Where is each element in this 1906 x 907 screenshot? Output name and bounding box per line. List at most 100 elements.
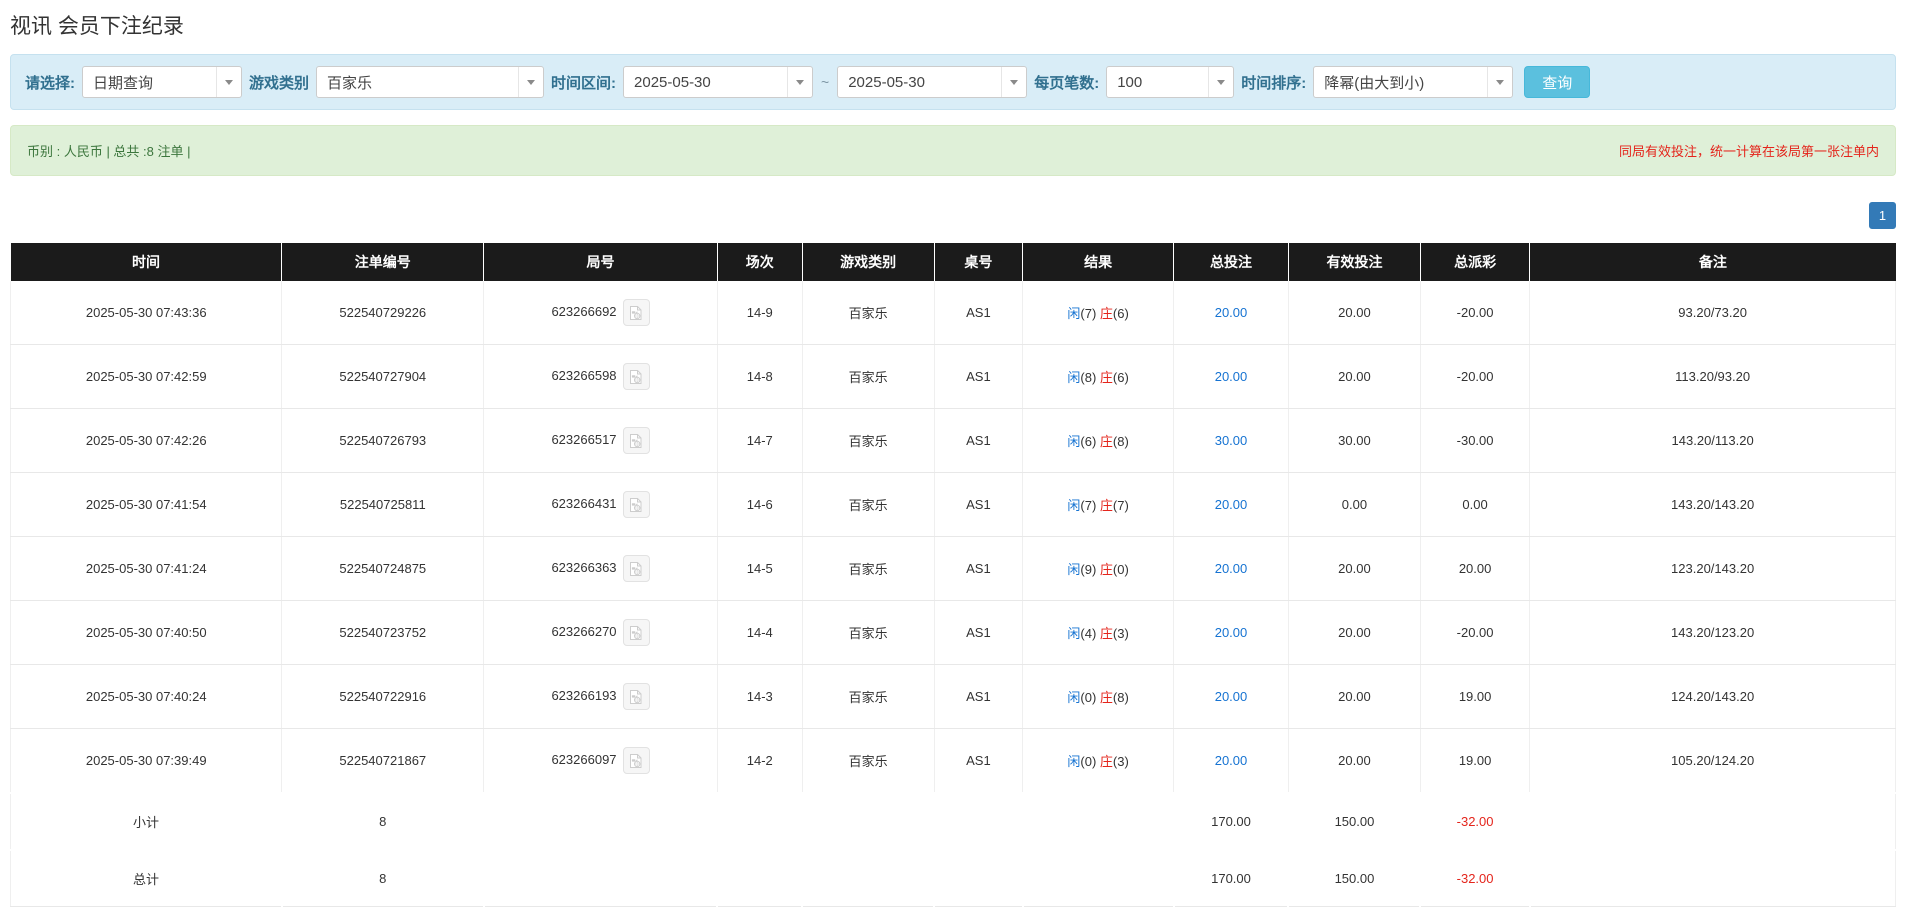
result-player: 闲 bbox=[1067, 370, 1080, 385]
cell-table-no: AS1 bbox=[934, 281, 1023, 345]
col-game-type: 游戏类别 bbox=[802, 243, 934, 281]
cell-table-no: AS1 bbox=[934, 665, 1023, 729]
cell-round-no: 623266598 bbox=[484, 345, 718, 409]
cell-result: 闲(0) 庄(8) bbox=[1023, 665, 1174, 729]
cell-result: 闲(7) 庄(6) bbox=[1023, 281, 1174, 345]
date-to-select[interactable]: 2025-05-30 bbox=[837, 66, 1027, 98]
table-row: 2025-05-30 07:41:24 522540724875 6232663… bbox=[11, 537, 1896, 601]
cell-game-type: 百家乐 bbox=[802, 345, 934, 409]
col-result: 结果 bbox=[1023, 243, 1174, 281]
cell-session: 14-8 bbox=[717, 345, 802, 409]
cell-empty bbox=[802, 850, 934, 907]
cell-result: 闲(7) 庄(7) bbox=[1023, 473, 1174, 537]
result-banker-count: (7) bbox=[1113, 498, 1129, 513]
page-size-select[interactable]: 100 bbox=[1106, 66, 1234, 98]
chevron-down-icon bbox=[1001, 67, 1026, 97]
game-type-select[interactable]: 百家乐 bbox=[316, 66, 544, 98]
time-sort-select[interactable]: 降幂(由大到小) bbox=[1313, 66, 1513, 98]
cell-empty bbox=[1530, 793, 1896, 850]
cell-game-type: 百家乐 bbox=[802, 537, 934, 601]
cell-table-no: AS1 bbox=[934, 409, 1023, 473]
cell-payout: -20.00 bbox=[1420, 281, 1529, 345]
summary-bar: 币别 : 人民币 | 总共 :8 注单 | 同局有效投注，统一计算在该局第一张注… bbox=[10, 125, 1896, 176]
cell-bet-no: 522540723752 bbox=[282, 601, 484, 665]
total-bet-link[interactable]: 20.00 bbox=[1215, 689, 1248, 704]
round-no-text: 623266517 bbox=[551, 432, 616, 447]
cell-bet-no: 522540725811 bbox=[282, 473, 484, 537]
video-replay-button[interactable] bbox=[623, 619, 650, 646]
date-to-value: 2025-05-30 bbox=[848, 74, 995, 91]
date-from-select[interactable]: 2025-05-30 bbox=[623, 66, 813, 98]
pagination-page-1[interactable]: 1 bbox=[1869, 202, 1896, 229]
cell-bet-no: 522540729226 bbox=[282, 281, 484, 345]
cell-total-bet: 30.00 bbox=[1174, 409, 1289, 473]
grand-total-label: 总计 bbox=[11, 850, 282, 907]
video-replay-button[interactable] bbox=[623, 747, 650, 774]
result-banker-count: (3) bbox=[1113, 754, 1129, 769]
col-total-bet: 总投注 bbox=[1174, 243, 1289, 281]
query-mode-label: 请选择: bbox=[25, 72, 75, 93]
cell-round-no: 623266692 bbox=[484, 281, 718, 345]
cell-remark: 143.20/123.20 bbox=[1530, 601, 1896, 665]
cell-empty bbox=[1023, 793, 1174, 850]
total-bet-link[interactable]: 20.00 bbox=[1215, 625, 1248, 640]
table-row: 2025-05-30 07:40:24 522540722916 6232661… bbox=[11, 665, 1896, 729]
total-bet-link[interactable]: 20.00 bbox=[1215, 305, 1248, 320]
result-player: 闲 bbox=[1067, 434, 1080, 449]
video-file-icon bbox=[628, 369, 644, 385]
cell-result: 闲(9) 庄(0) bbox=[1023, 537, 1174, 601]
total-bet-link[interactable]: 20.00 bbox=[1215, 753, 1248, 768]
cell-session: 14-7 bbox=[717, 409, 802, 473]
result-player-count: (8) bbox=[1080, 370, 1096, 385]
round-no-text: 623266193 bbox=[551, 688, 616, 703]
range-separator: ~ bbox=[820, 74, 830, 90]
col-valid-bet: 有效投注 bbox=[1288, 243, 1420, 281]
result-player-count: (7) bbox=[1080, 498, 1096, 513]
bet-records-table: 时间 注单编号 局号 场次 游戏类别 桌号 结果 总投注 有效投注 总派彩 备注… bbox=[10, 243, 1896, 907]
cell-remark: 143.20/143.20 bbox=[1530, 473, 1896, 537]
chevron-down-icon bbox=[1208, 67, 1233, 97]
subtotal-valid-bet: 150.00 bbox=[1288, 793, 1420, 850]
col-time: 时间 bbox=[11, 243, 282, 281]
cell-session: 14-5 bbox=[717, 537, 802, 601]
video-file-icon bbox=[628, 625, 644, 641]
result-banker-count: (8) bbox=[1113, 690, 1129, 705]
grand-total-count: 8 bbox=[282, 850, 484, 907]
video-replay-button[interactable] bbox=[623, 427, 650, 454]
video-file-icon bbox=[628, 433, 644, 449]
cell-total-bet: 20.00 bbox=[1174, 345, 1289, 409]
cell-remark: 113.20/93.20 bbox=[1530, 345, 1896, 409]
cell-round-no: 623266270 bbox=[484, 601, 718, 665]
cell-payout: 19.00 bbox=[1420, 665, 1529, 729]
cell-session: 14-4 bbox=[717, 601, 802, 665]
filter-bar: 请选择: 日期查询 游戏类别 百家乐 时间区间: 2025-05-30 ~ 20… bbox=[10, 54, 1896, 110]
result-player-count: (7) bbox=[1080, 306, 1096, 321]
cell-payout: 20.00 bbox=[1420, 537, 1529, 601]
cell-empty bbox=[934, 793, 1023, 850]
query-button[interactable]: 查询 bbox=[1524, 66, 1590, 98]
cell-remark: 124.20/143.20 bbox=[1530, 665, 1896, 729]
cell-round-no: 623266363 bbox=[484, 537, 718, 601]
video-replay-button[interactable] bbox=[623, 683, 650, 710]
result-banker-count: (8) bbox=[1113, 434, 1129, 449]
video-replay-button[interactable] bbox=[623, 555, 650, 582]
total-bet-link[interactable]: 20.00 bbox=[1215, 369, 1248, 384]
query-mode-select[interactable]: 日期查询 bbox=[82, 66, 242, 98]
valid-bet-notice: 同局有效投注，统一计算在该局第一张注单内 bbox=[1619, 141, 1879, 160]
total-bet-link[interactable]: 20.00 bbox=[1215, 497, 1248, 512]
total-bet-link[interactable]: 30.00 bbox=[1215, 433, 1248, 448]
cell-result: 闲(4) 庄(3) bbox=[1023, 601, 1174, 665]
cell-game-type: 百家乐 bbox=[802, 409, 934, 473]
video-replay-button[interactable] bbox=[623, 491, 650, 518]
video-replay-button[interactable] bbox=[623, 363, 650, 390]
total-bet-link[interactable]: 20.00 bbox=[1215, 561, 1248, 576]
cell-time: 2025-05-30 07:43:36 bbox=[11, 281, 282, 345]
page-size-label: 每页笔数: bbox=[1034, 72, 1099, 93]
cell-result: 闲(6) 庄(8) bbox=[1023, 409, 1174, 473]
cell-round-no: 623266517 bbox=[484, 409, 718, 473]
col-session: 场次 bbox=[717, 243, 802, 281]
cell-time: 2025-05-30 07:42:59 bbox=[11, 345, 282, 409]
video-replay-button[interactable] bbox=[623, 299, 650, 326]
cell-game-type: 百家乐 bbox=[802, 665, 934, 729]
result-banker: 庄 bbox=[1100, 562, 1113, 577]
